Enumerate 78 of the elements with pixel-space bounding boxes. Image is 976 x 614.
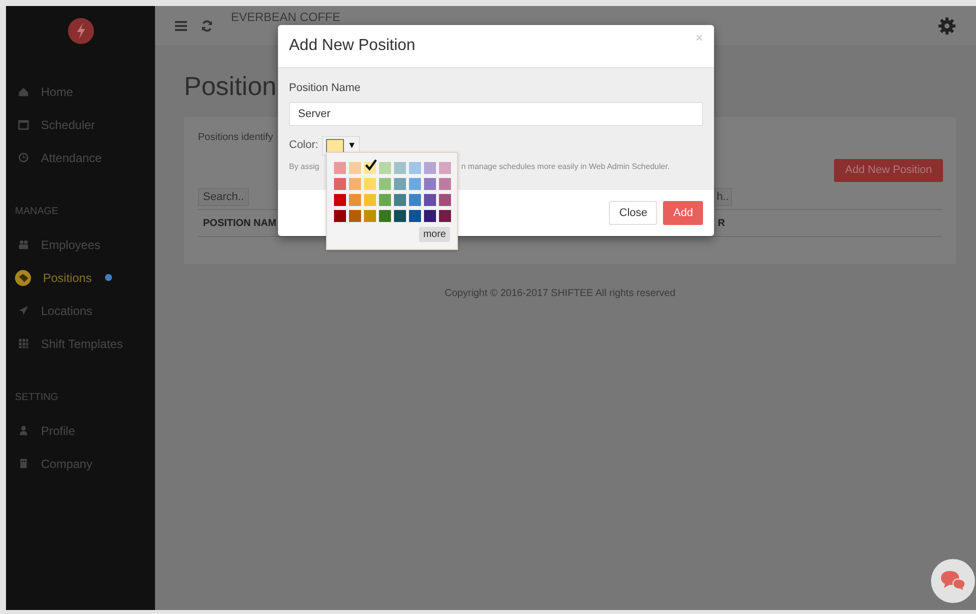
color-swatch[interactable] bbox=[364, 210, 376, 222]
color-swatch[interactable] bbox=[439, 194, 451, 206]
dialog-title: Add New Position bbox=[289, 36, 416, 56]
color-swatch[interactable] bbox=[394, 194, 406, 206]
sidebar-item[interactable]: Scheduler bbox=[6, 108, 155, 141]
color-swatch[interactable] bbox=[424, 210, 436, 222]
refresh-icon[interactable] bbox=[201, 20, 213, 32]
color-swatch[interactable] bbox=[409, 194, 421, 206]
color-label: Color: bbox=[289, 138, 318, 154]
selected-color-swatch bbox=[326, 138, 344, 152]
color-swatch[interactable] bbox=[349, 194, 361, 206]
company-name: EVERBEAN COFFE bbox=[231, 11, 340, 23]
section-heading: MANAGE bbox=[14, 205, 60, 218]
column-header: R bbox=[718, 216, 725, 230]
logo-icon bbox=[68, 18, 94, 44]
color-swatch[interactable] bbox=[364, 194, 376, 206]
building-icon bbox=[18, 458, 29, 469]
search-field[interactable]: h.. bbox=[714, 188, 732, 206]
color-swatch[interactable] bbox=[364, 162, 376, 174]
tag-icon bbox=[15, 270, 31, 286]
color-swatch[interactable] bbox=[424, 194, 436, 206]
color-swatch[interactable] bbox=[334, 210, 346, 222]
calendar-icon bbox=[18, 119, 29, 130]
help-text: n manage schedules more easily in Web Admin Scheduler. bbox=[461, 160, 670, 172]
section-heading: SETTING bbox=[14, 391, 60, 404]
chat-icon bbox=[940, 570, 966, 592]
color-swatch[interactable] bbox=[394, 210, 406, 222]
color-swatch[interactable] bbox=[349, 178, 361, 190]
color-swatch[interactable] bbox=[409, 162, 421, 174]
help-text: By assig bbox=[289, 160, 320, 172]
clock-icon bbox=[18, 152, 29, 163]
checkmark-icon bbox=[365, 159, 377, 171]
close-button[interactable]: Close bbox=[609, 201, 658, 225]
pointer-icon bbox=[18, 305, 29, 316]
field-label: Position Name bbox=[289, 81, 362, 96]
person-icon bbox=[18, 425, 29, 436]
color-swatch[interactable] bbox=[439, 162, 451, 174]
description-text: Positions identify bbox=[198, 131, 274, 145]
close-button[interactable]: × bbox=[695, 31, 703, 44]
settings-icon[interactable] bbox=[938, 16, 956, 34]
home-icon bbox=[18, 86, 29, 97]
color-swatch[interactable] bbox=[334, 194, 346, 206]
sidebar-item[interactable]: Company bbox=[6, 447, 155, 480]
color-swatch[interactable] bbox=[379, 210, 391, 222]
people-icon bbox=[18, 239, 29, 250]
add-position-button[interactable]: Add New Position bbox=[834, 159, 943, 182]
color-swatch[interactable] bbox=[439, 210, 451, 222]
color-swatch[interactable] bbox=[334, 162, 346, 174]
color-swatch[interactable] bbox=[379, 178, 391, 190]
add-button[interactable]: Add bbox=[663, 201, 703, 225]
color-swatch[interactable] bbox=[394, 178, 406, 190]
color-swatch[interactable] bbox=[409, 178, 421, 190]
sidebar-item[interactable]: Profile bbox=[6, 414, 155, 447]
color-swatch[interactable] bbox=[394, 162, 406, 174]
more-button[interactable]: more bbox=[419, 227, 450, 242]
color-swatch[interactable] bbox=[349, 162, 361, 174]
color-swatch[interactable] bbox=[409, 210, 421, 222]
color-swatch[interactable] bbox=[439, 178, 451, 190]
copyright-text: Copyright © 2016-2017 SHIFTEE All rights reserved bbox=[444, 287, 676, 301]
color-swatch[interactable] bbox=[379, 194, 391, 206]
color-swatch[interactable] bbox=[334, 178, 346, 190]
sidebar-item[interactable]: Shift Templates bbox=[6, 327, 155, 360]
sidebar-item[interactable]: Employees bbox=[6, 228, 155, 261]
menu-icon[interactable] bbox=[175, 20, 187, 30]
color-swatch[interactable] bbox=[424, 162, 436, 174]
page-heading: Position bbox=[184, 70, 276, 102]
grid-icon bbox=[18, 338, 29, 349]
column-header: POSITION NAM bbox=[203, 216, 276, 230]
color-swatch[interactable] bbox=[364, 178, 376, 190]
sidebar-item[interactable]: Positions bbox=[3, 261, 155, 294]
search-field[interactable]: Search.. bbox=[198, 188, 249, 206]
color-swatch[interactable] bbox=[379, 162, 391, 174]
sidebar-item[interactable]: Home bbox=[6, 75, 155, 108]
color-swatch[interactable] bbox=[424, 178, 436, 190]
sidebar-item[interactable]: Locations bbox=[6, 294, 155, 327]
color-swatch[interactable] bbox=[349, 210, 361, 222]
sidebar-item[interactable]: Attendance bbox=[6, 141, 155, 174]
position-name-field[interactable]: Server bbox=[289, 102, 703, 126]
